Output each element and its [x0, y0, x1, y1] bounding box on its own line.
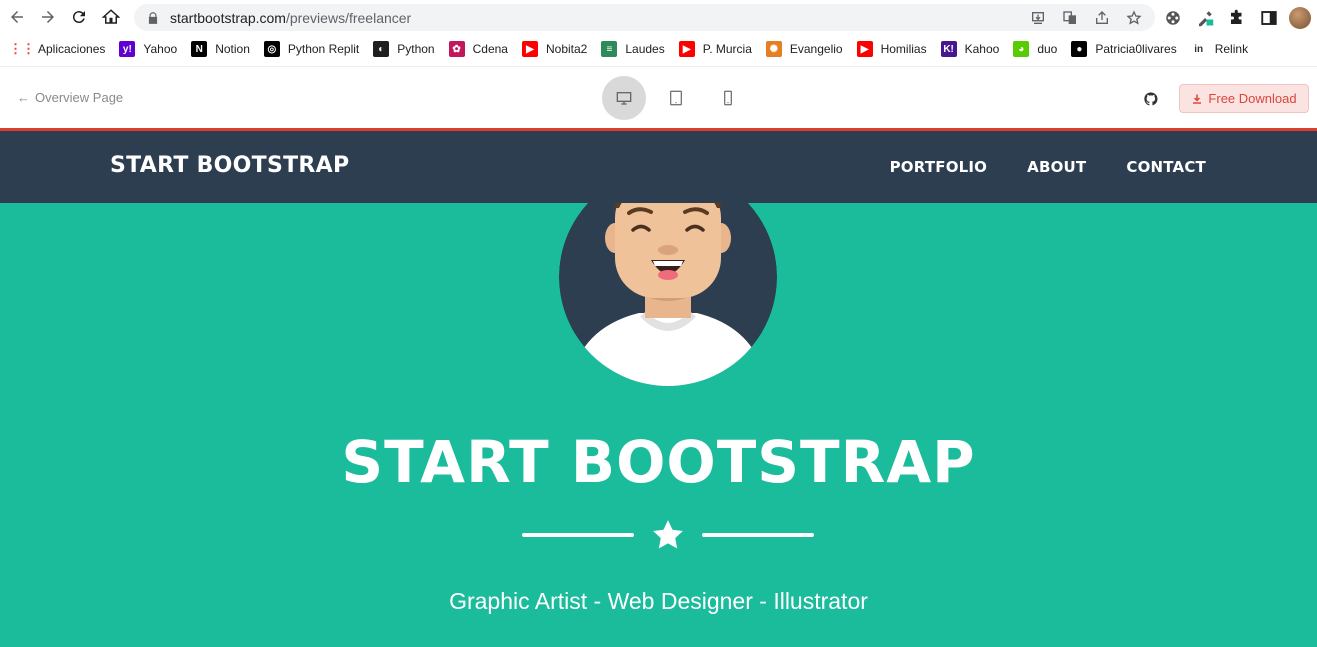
site-brand[interactable]: START BOOTSTRAP: [110, 153, 349, 178]
bookmark-label: Homilias: [880, 42, 927, 56]
avatar-illustration: [559, 203, 777, 386]
divider-line-right: [702, 533, 814, 537]
star-icon: [653, 520, 683, 549]
youtube-icon: ▶: [521, 41, 538, 57]
overview-label: Overview Page: [35, 90, 124, 105]
bookmark-label: Cdena: [472, 42, 508, 56]
bookmark-label: Aplicaciones: [38, 42, 106, 56]
bookmark-item[interactable]: K! Kahoo: [935, 37, 1008, 61]
arrow-left-icon: ←: [17, 90, 30, 105]
bookmark-label: Python Replit: [287, 42, 360, 56]
extension-film-icon[interactable]: [1161, 6, 1185, 30]
bookmark-item[interactable]: N Notion: [185, 37, 258, 61]
bookmark-item[interactable]: ◎ Python Replit: [258, 37, 367, 61]
laudes-icon: ≡: [601, 41, 618, 57]
mobile-view-button[interactable]: [706, 76, 750, 120]
bookmark-item[interactable]: ✿ Cdena: [443, 37, 516, 61]
duolingo-icon: ◕: [1013, 41, 1030, 57]
bookmark-star-icon[interactable]: [1123, 8, 1145, 28]
bookmark-item[interactable]: ✺ Evangelio: [760, 37, 851, 61]
star-divider: [522, 518, 814, 552]
bookmark-label: Nobita2: [545, 42, 588, 56]
cdena-icon: ✿: [448, 41, 465, 57]
site-navbar: START BOOTSTRAP PORTFOLIO ABOUT CONTACT: [0, 131, 1317, 203]
puzzle-extensions-icon[interactable]: [1225, 6, 1249, 30]
bookmark-item[interactable]: ⋮⋮ Aplicaciones: [8, 37, 113, 61]
tablet-icon: [670, 90, 682, 106]
url-text: startbootstrap.com/previews/freelancer: [170, 10, 411, 26]
nav-link-about[interactable]: ABOUT: [1027, 158, 1086, 176]
python-icon: ◐: [373, 41, 390, 57]
bookmark-label: Notion: [215, 42, 250, 56]
url-host: startbootstrap.com: [170, 9, 286, 26]
relink-icon: in: [1194, 43, 1204, 55]
site-nav-links: PORTFOLIO ABOUT CONTACT: [890, 158, 1206, 176]
github-icon: ●: [1071, 41, 1088, 57]
github-icon[interactable]: [1143, 91, 1159, 107]
browser-toolbar: startbootstrap.com/previews/freelancer: [0, 0, 1317, 35]
bookmark-item[interactable]: ◐ Python: [367, 37, 442, 61]
arrow-right-icon: [42, 11, 54, 23]
translate-icon[interactable]: [1059, 8, 1081, 28]
bookmark-item[interactable]: ▶ Homilias: [851, 37, 935, 61]
lock-icon: [148, 11, 158, 24]
bookmark-label: Laudes: [625, 42, 665, 56]
evangelio-icon: ✺: [765, 41, 782, 57]
address-bar[interactable]: startbootstrap.com/previews/freelancer: [134, 4, 1155, 31]
eyedropper-extension-icon[interactable]: [1193, 6, 1217, 30]
preview-bar: ← Overview Page Free Download: [0, 66, 1317, 128]
download-icon: [1193, 94, 1202, 104]
divider-line-left: [522, 533, 634, 537]
desktop-icon: [616, 92, 632, 105]
yahoo-icon: y!: [119, 41, 136, 57]
desktop-view-button[interactable]: [602, 76, 646, 120]
bookmark-item[interactable]: ● Patricia0livares: [1065, 37, 1184, 61]
bookmark-item[interactable]: ≡ Laudes: [595, 37, 672, 61]
hero-title: START BOOTSTRAP: [341, 428, 976, 496]
youtube-icon: ▶: [678, 41, 695, 57]
notion-icon: N: [191, 41, 208, 57]
bookmark-label: duo: [1037, 42, 1058, 56]
bookmark-item[interactable]: ◕ duo: [1007, 37, 1065, 61]
url-path: /previews/freelancer: [285, 9, 412, 26]
youtube-icon: ▶: [856, 41, 873, 57]
home-icon: [102, 9, 120, 24]
free-download-label: Free Download: [1208, 91, 1297, 106]
bookmark-label: P. Murcia: [702, 42, 752, 56]
install-icon[interactable]: [1027, 8, 1049, 28]
back-button[interactable]: [2, 2, 32, 32]
hero-subtitle: Graphic Artist - Web Designer - Illustra…: [449, 588, 868, 614]
overview-link[interactable]: ← Overview Page: [17, 90, 123, 105]
reload-button[interactable]: [64, 2, 94, 32]
reload-icon: [72, 11, 85, 24]
tablet-view-button[interactable]: [654, 76, 698, 120]
bookmark-item[interactable]: y! Yahoo: [113, 37, 185, 61]
bookmark-item[interactable]: in Relink: [1185, 37, 1256, 61]
bookmark-label: Kahoo: [964, 42, 1000, 56]
home-button[interactable]: [96, 2, 126, 32]
bookmark-label: Relink: [1214, 42, 1249, 56]
profile-avatar[interactable]: [1289, 6, 1311, 29]
bookmarks-bar: ⋮⋮ Aplicaciones y! Yahoo N Notion ◎ Python Repl…: [0, 36, 1317, 62]
nav-link-contact[interactable]: CONTACT: [1126, 158, 1206, 176]
forward-button[interactable]: [33, 2, 63, 32]
bookmark-label: Evangelio: [789, 42, 843, 56]
apps-grid-icon: ⋮⋮: [9, 41, 35, 56]
bookmark-label: Patricia0livares: [1095, 42, 1177, 56]
bookmark-item[interactable]: ▶ Nobita2: [516, 37, 595, 61]
free-download-button[interactable]: Free Download: [1179, 84, 1309, 113]
replit-icon: ◎: [263, 41, 280, 57]
bookmark-item[interactable]: ▶ P. Murcia: [673, 37, 760, 61]
hero-section: START BOOTSTRAP Graphic Artist - Web Des…: [0, 203, 1317, 647]
bookmark-label: Yahoo: [143, 42, 178, 56]
side-panel-icon[interactable]: [1257, 6, 1281, 30]
bookmark-label: Python: [397, 42, 435, 56]
mobile-icon: [724, 90, 732, 106]
kahoot-icon: K!: [940, 41, 957, 57]
arrow-left-icon: [11, 11, 23, 23]
nav-link-portfolio[interactable]: PORTFOLIO: [890, 158, 988, 176]
share-icon[interactable]: [1091, 8, 1113, 28]
